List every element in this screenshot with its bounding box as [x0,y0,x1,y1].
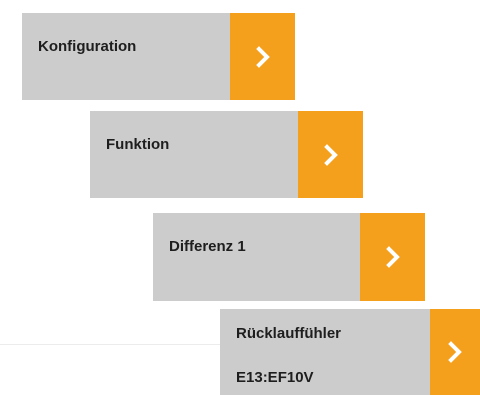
chevron-right-icon [255,45,270,68]
menu-item-differenz-1[interactable]: Differenz 1 [153,213,425,301]
menu-item-body: Konfiguration [22,13,230,100]
menu-arrow-button[interactable] [230,13,295,100]
menu-arrow-button[interactable] [430,309,480,395]
menu-item-label: Konfiguration [38,38,137,55]
menu-item-body: Rücklauffühler E13:EF10V [220,309,430,395]
menu-item-label: Funktion [106,136,170,153]
menu-item-konfiguration[interactable]: Konfiguration [22,13,295,100]
menu-item-value: E13:EF10V [236,369,314,386]
chevron-right-icon [323,143,338,166]
menu-item-body: Differenz 1 [153,213,360,301]
menu-item-funktion[interactable]: Funktion [90,111,363,198]
chevron-right-icon [385,246,400,268]
menu-item-ruecklauffuehler[interactable]: Rücklauffühler E13:EF10V [220,309,480,395]
chevron-right-icon [448,341,462,363]
menu-arrow-button[interactable] [298,111,363,198]
menu-item-label: Rücklauffühler [236,325,342,342]
menu-arrow-button[interactable] [360,213,425,301]
menu-item-label: Differenz 1 [169,238,246,255]
menu-item-body: Funktion [90,111,298,198]
